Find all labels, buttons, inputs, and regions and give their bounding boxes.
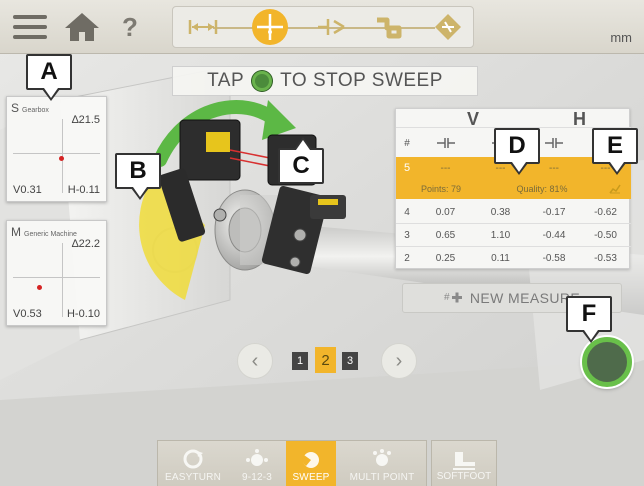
- top-toolbar: ? mm: [0, 0, 644, 54]
- next-page-button[interactable]: ›: [381, 343, 417, 379]
- home-icon[interactable]: [60, 8, 104, 46]
- cell: 1.10: [490, 229, 511, 241]
- angle-value: ∆22.2: [71, 238, 100, 250]
- easyturn-icon: [183, 449, 203, 469]
- callout-e: E: [592, 128, 638, 175]
- callout-d: D: [494, 128, 540, 175]
- measurement-mode-bar: EASYTURN 9-12-3 SWEEP MULTI POINT: [157, 440, 427, 486]
- vertical-value: V0.53: [13, 308, 42, 320]
- horizontal-header: H: [573, 109, 586, 129]
- machine-letter: S: [11, 101, 20, 115]
- mode-label: MULTI POINT: [349, 472, 415, 483]
- softfoot-label: SOFTFOOT: [436, 471, 492, 482]
- cell: 0.38: [490, 206, 511, 218]
- machine-card-header: M Generic Machine: [11, 225, 77, 239]
- softfoot-button[interactable]: SOFTFOOT: [431, 440, 497, 486]
- position-marker: [59, 156, 64, 161]
- quality-chart-icon[interactable]: [598, 179, 631, 199]
- results-step-icon[interactable]: [311, 8, 351, 46]
- callout-c: C: [278, 137, 324, 184]
- crosshair-horizontal: [13, 153, 100, 154]
- crosshair-horizontal: [13, 277, 100, 278]
- help-icon[interactable]: ?: [118, 8, 142, 46]
- instruction-before: TAP: [207, 70, 245, 91]
- vertical-header: V: [466, 109, 479, 129]
- cell: ---: [440, 162, 451, 174]
- stop-dot-icon: [252, 71, 273, 91]
- cell: 0.11: [491, 252, 510, 264]
- points-label: Points: 79: [420, 184, 462, 194]
- dimensions-step-icon[interactable]: [183, 8, 223, 46]
- mode-multi-point[interactable]: MULTI POINT: [336, 441, 428, 486]
- menu-icon[interactable]: [10, 8, 50, 46]
- row-number: 5: [403, 162, 411, 174]
- quality-label: Quality: 81%: [516, 184, 568, 194]
- table-row[interactable]: 4 0.07 0.38 -0.17 -0.62: [396, 201, 631, 223]
- nine-twelve-three-icon: [246, 449, 268, 466]
- cell: -0.62: [594, 206, 617, 218]
- cell: -0.58: [542, 252, 566, 264]
- row-number: 4: [404, 206, 410, 218]
- instruction-after: TO STOP SWEEP: [280, 70, 443, 91]
- mode-label: 9-12-3: [241, 472, 273, 483]
- machine-letter: M: [11, 225, 21, 239]
- mode-sweep[interactable]: SWEEP: [286, 441, 336, 486]
- unit-label: mm: [610, 30, 632, 45]
- sweep-icon: [302, 452, 319, 468]
- row-number: 2: [404, 252, 410, 264]
- chevron-right-icon: ›: [395, 349, 403, 372]
- callout-b: B: [115, 153, 161, 200]
- sweep-instruction: TAP TO STOP SWEEP: [172, 66, 478, 96]
- multi-point-icon: [373, 449, 391, 466]
- add-measurement-icon: #: [444, 292, 462, 303]
- machine-name: Gearbox: [22, 107, 49, 114]
- mode-label: SWEEP: [292, 472, 330, 483]
- angle-value: ∆21.5: [71, 114, 100, 126]
- cell: 0.07: [435, 206, 456, 218]
- cell: -0.53: [594, 252, 617, 264]
- mode-label: EASYTURN: [164, 472, 222, 483]
- alignment-step-icon[interactable]: [368, 8, 408, 46]
- machine-card-movable[interactable]: M Generic Machine ∆22.2 V0.53 H-0.10: [6, 220, 107, 326]
- table-row[interactable]: 3 0.65 1.10 -0.44 -0.50: [396, 224, 631, 246]
- new-measurement-label: NEW MEASURE: [469, 290, 581, 306]
- callout-f: F: [566, 296, 612, 343]
- machine-name: Generic Machine: [24, 231, 77, 238]
- page-2[interactable]: 2: [315, 347, 336, 373]
- measure-step-icon[interactable]: [250, 8, 290, 46]
- crosshair-vertical: [62, 243, 63, 317]
- callout-a: A: [26, 54, 72, 101]
- machine-card-header: S Gearbox: [11, 101, 49, 115]
- col-hash: #: [404, 137, 410, 149]
- stop-sweep-button[interactable]: [582, 337, 632, 387]
- position-marker: [37, 285, 42, 290]
- workflow-stepbar: [172, 6, 474, 48]
- table-row[interactable]: 2 0.25 0.11 -0.58 -0.53: [396, 247, 631, 269]
- softfoot-icon: [453, 452, 475, 470]
- page-3[interactable]: 3: [342, 352, 358, 370]
- mode-9-12-3[interactable]: 9-12-3: [228, 441, 286, 486]
- horizontal-value: H-0.11: [67, 184, 100, 196]
- cell: -0.44: [542, 229, 566, 241]
- report-step-icon[interactable]: [428, 8, 468, 46]
- cell: 0.25: [435, 252, 456, 264]
- cell: 0.65: [435, 229, 456, 241]
- cell: -0.50: [594, 229, 617, 241]
- svg-text:#: #: [444, 292, 450, 303]
- prev-page-button[interactable]: ‹: [237, 343, 273, 379]
- machine-card-stationary[interactable]: S Gearbox ∆21.5 V0.31 H-0.11: [6, 96, 107, 202]
- page-1[interactable]: 1: [292, 352, 308, 370]
- row-number: 3: [404, 229, 410, 241]
- horizontal-value: H-0.10: [66, 308, 100, 320]
- vertical-value: V0.31: [13, 184, 42, 196]
- mode-easyturn[interactable]: EASYTURN: [158, 441, 228, 486]
- cell: -0.17: [542, 206, 566, 218]
- sweep-info-row: Points: 79 Quality: 81%: [396, 179, 631, 199]
- chevron-left-icon: ‹: [251, 349, 259, 372]
- coupling-offset-icon: [418, 129, 473, 157]
